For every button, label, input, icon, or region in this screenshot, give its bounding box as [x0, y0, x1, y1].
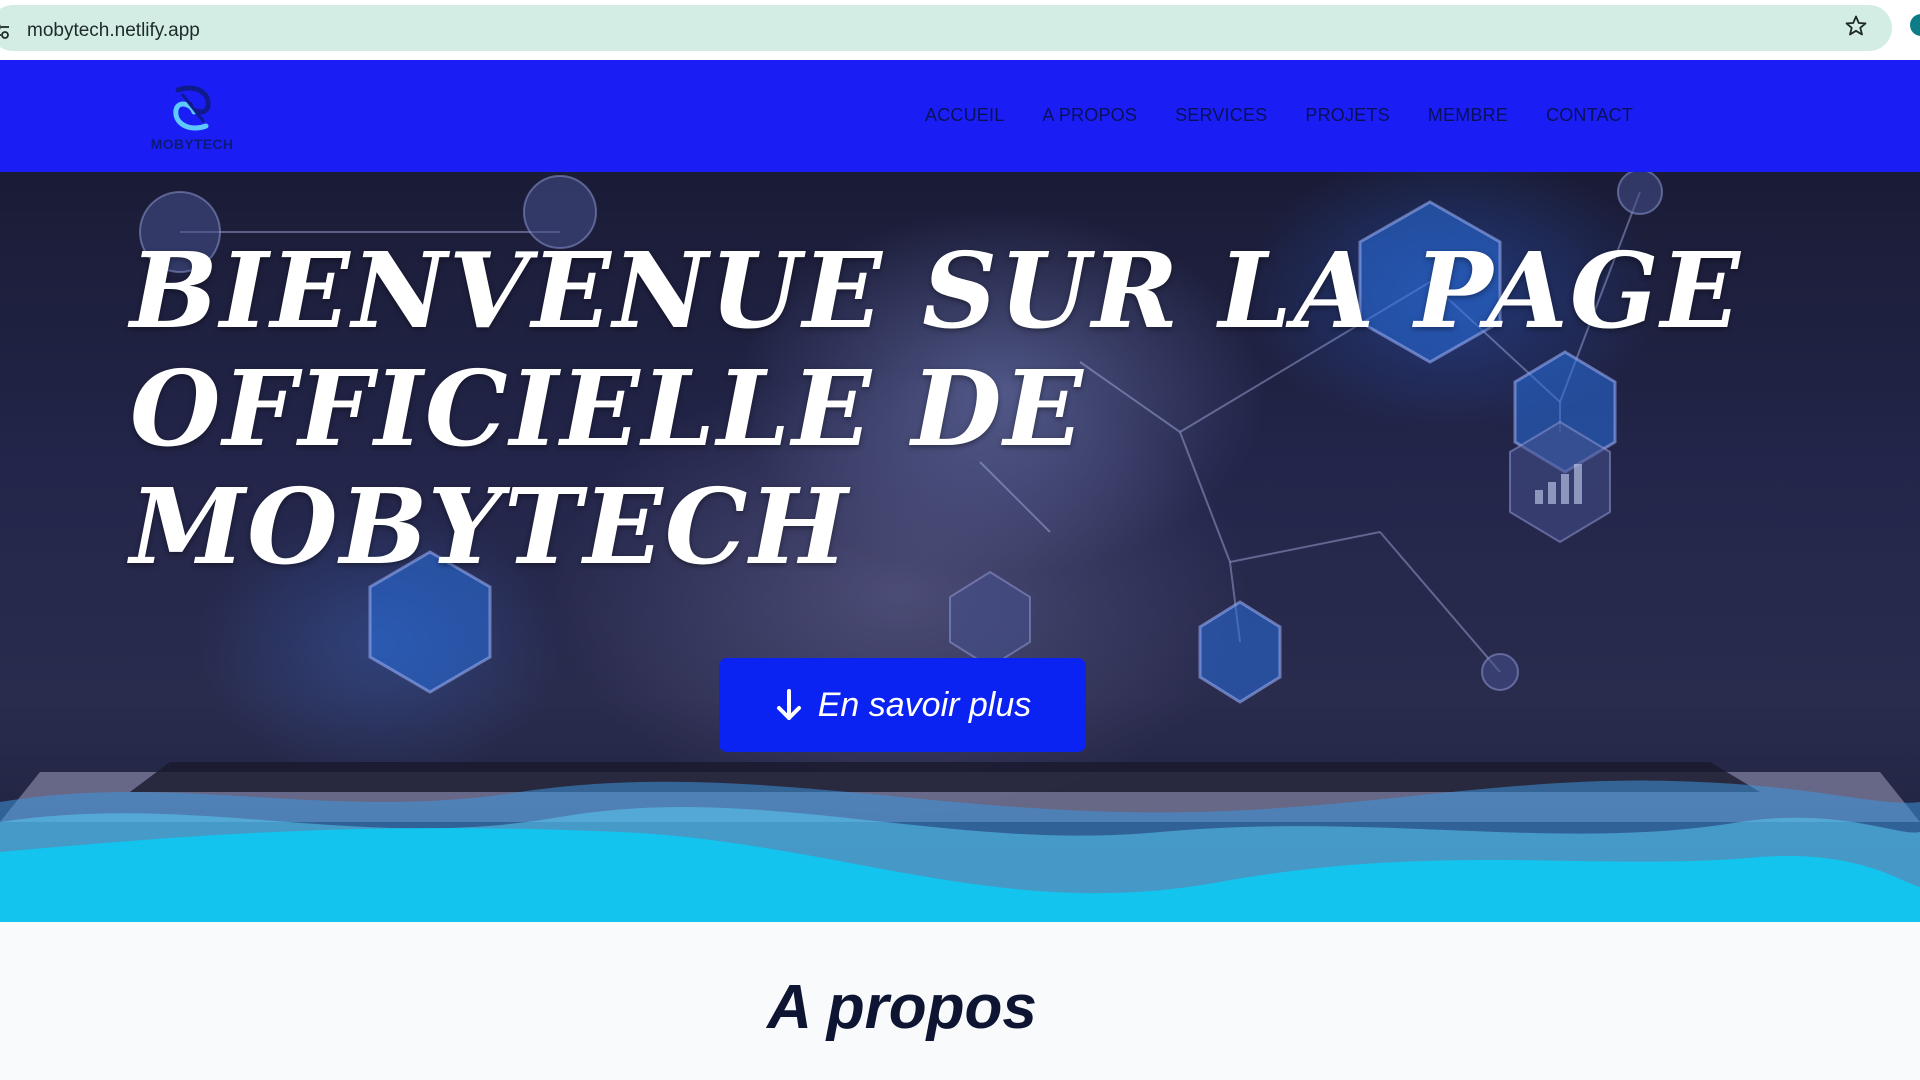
bookmark-star-icon[interactable]: [1844, 14, 1868, 38]
hero-title: BIENVENUE SUR LA PAGE OFFICIELLE DE MOBY…: [130, 229, 1742, 588]
about-title: A propos: [767, 973, 1037, 1042]
nav-link-projets[interactable]: PROJETS: [1305, 105, 1389, 129]
nav-link-membre[interactable]: MEMBRE: [1428, 105, 1508, 129]
about-section: A propos: [0, 922, 1920, 1080]
logo-wordmark: MOBYTECH: [150, 136, 234, 152]
url-text[interactable]: mobytech.netlify.app: [27, 20, 200, 42]
nav-link-services[interactable]: SERVICES: [1175, 105, 1267, 129]
nav-link-a-propos[interactable]: A PROPOS: [1042, 105, 1137, 129]
logo-mark-icon: [173, 85, 211, 131]
learn-more-label: En savoir plus: [817, 685, 1032, 724]
arrow-down-icon: [776, 689, 801, 720]
url-field[interactable]: mobytech.netlify.app: [0, 5, 1892, 51]
learn-more-button[interactable]: En savoir plus: [719, 658, 1086, 752]
site-settings-icon[interactable]: [0, 22, 10, 40]
hero-section: BIENVENUE SUR LA PAGE OFFICIELLE DE MOBY…: [0, 172, 1920, 922]
site-header: MOBYTECH ACCUEIL A PROPOS SERVICES PROJE…: [0, 60, 1920, 172]
site-logo[interactable]: MOBYTECH: [146, 82, 238, 158]
nav-link-accueil[interactable]: ACCUEIL: [925, 105, 1004, 129]
browser-address-bar: mobytech.netlify.app: [0, 0, 1920, 60]
main-nav: ACCUEIL A PROPOS SERVICES PROJETS MEMBRE…: [925, 105, 1633, 129]
wave-divider: [0, 780, 1920, 922]
nav-link-contact[interactable]: CONTACT: [1546, 105, 1633, 129]
profile-avatar[interactable]: [1910, 14, 1920, 36]
